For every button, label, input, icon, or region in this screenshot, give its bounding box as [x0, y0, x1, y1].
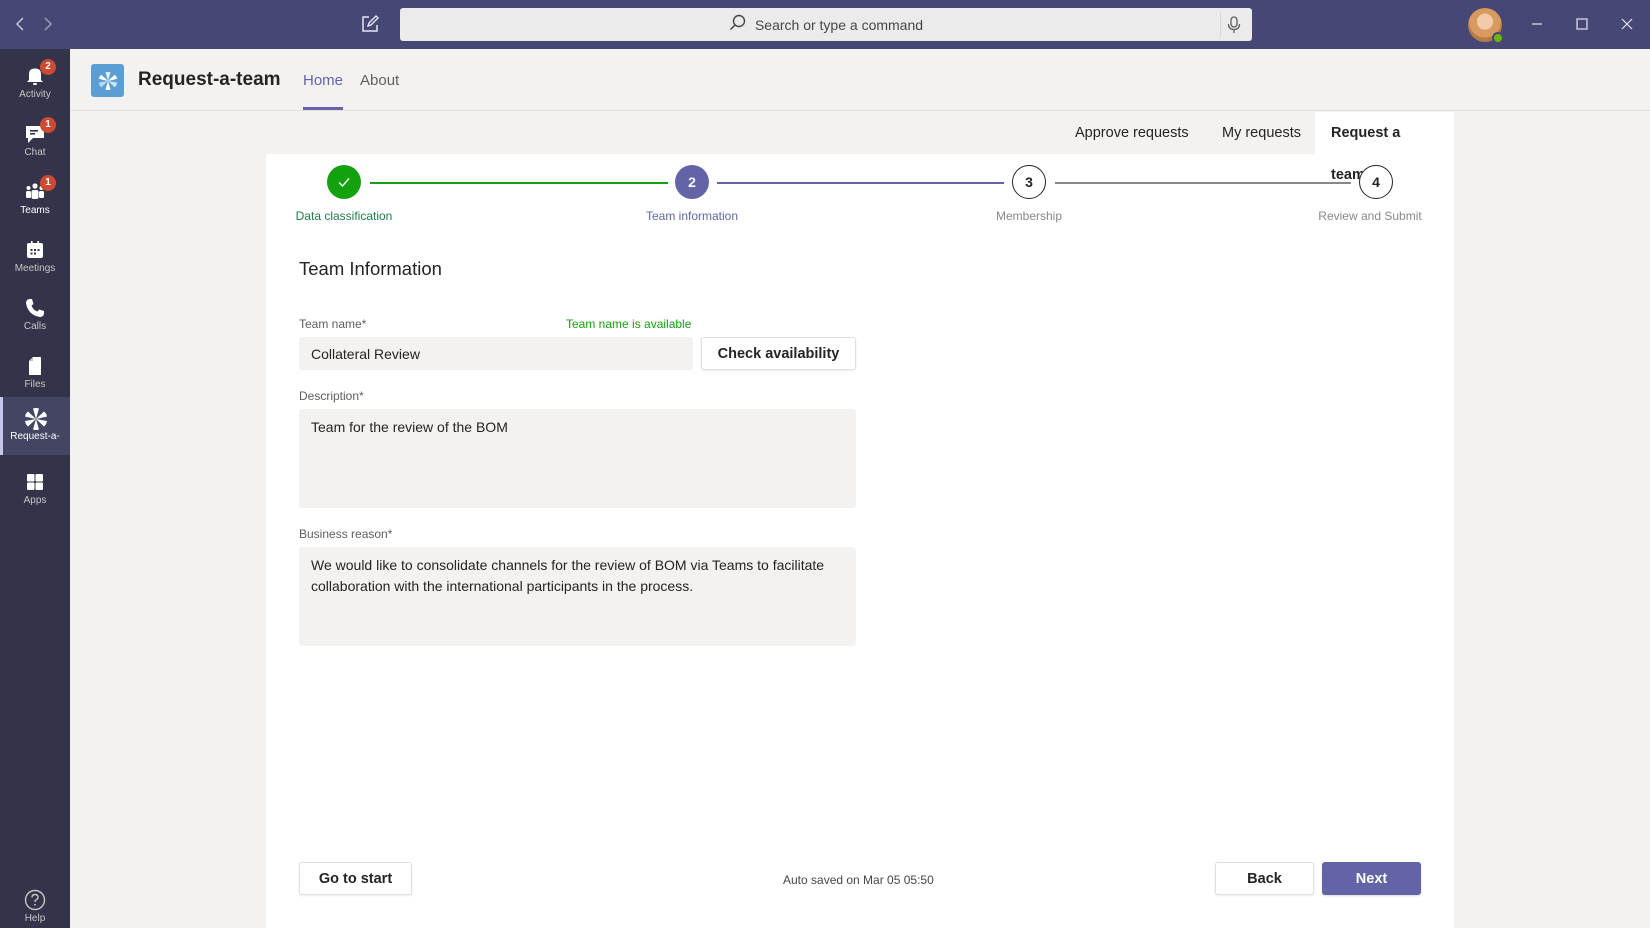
- team-name-input[interactable]: [299, 337, 693, 370]
- microphone-icon[interactable]: [1220, 12, 1246, 37]
- description-textarea[interactable]: Team for the review of the BOM: [299, 409, 856, 508]
- search-icon: [729, 14, 747, 35]
- checkmark-icon: [338, 178, 350, 188]
- apps-icon: [24, 471, 46, 493]
- rail-item-calls[interactable]: Calls: [0, 287, 70, 343]
- rail-item-meetings[interactable]: Meetings: [0, 229, 70, 285]
- rail-item-files[interactable]: Files: [0, 345, 70, 401]
- presence-available-icon: [1492, 32, 1504, 44]
- step-1-done: [327, 165, 361, 199]
- title-bar: Search or type a command: [0, 0, 1650, 49]
- calendar-icon: [24, 239, 46, 261]
- search-bar[interactable]: Search or type a command: [400, 8, 1252, 41]
- rail-item-label: Activity: [19, 89, 51, 100]
- request-tabs: Approve requests My requests Request a t…: [266, 112, 1454, 183]
- section-title: Team Information: [299, 258, 442, 279]
- chat-badge: 1: [40, 117, 56, 133]
- compose-icon[interactable]: [360, 14, 380, 34]
- rail-item-chat[interactable]: 1 Chat: [0, 113, 70, 169]
- tab-home[interactable]: Home: [303, 72, 343, 89]
- rail-item-label: Meetings: [14, 263, 56, 274]
- activity-badge: 2: [40, 59, 56, 75]
- step-4-label: Review and Submit: [1318, 209, 1422, 223]
- rail-item-request-a-team[interactable]: Request-a-: [0, 397, 70, 455]
- rail-item-label: Teams: [20, 205, 50, 216]
- rail-item-label: Calls: [23, 321, 47, 332]
- tab-approve-requests[interactable]: Approve requests: [1059, 112, 1205, 154]
- rail-item-label: Files: [24, 379, 46, 390]
- help-icon: [24, 889, 46, 911]
- rail-item-apps[interactable]: Apps: [0, 461, 70, 517]
- next-button[interactable]: Next: [1322, 862, 1421, 895]
- close-icon[interactable]: [1615, 12, 1639, 36]
- rail-item-label: Request-a-: [10, 431, 60, 442]
- search-placeholder[interactable]: Search or type a command: [755, 17, 923, 33]
- go-to-start-button[interactable]: Go to start: [299, 862, 412, 895]
- tab-request-a-team[interactable]: Request a team: [1315, 112, 1454, 183]
- back-arrow-icon[interactable]: [10, 12, 30, 36]
- rail-item-activity[interactable]: 2 Activity: [0, 55, 70, 111]
- user-avatar[interactable]: [1468, 8, 1504, 44]
- request-a-team-logo-icon: [91, 64, 124, 97]
- step-2-label: Team information: [645, 209, 739, 223]
- step-3-label: Membership: [995, 209, 1063, 223]
- step-4: 4: [1359, 165, 1393, 199]
- rail-item-label: Help: [24, 913, 46, 924]
- app-title: Request-a-team: [138, 69, 281, 90]
- step-connector-1: [370, 182, 668, 184]
- rail-item-label: Chat: [24, 147, 46, 158]
- step-connector-3: [1055, 182, 1351, 184]
- app-rail: 2 Activity 1 Chat 1 Teams Meetings Calls…: [0, 49, 70, 928]
- description-label: Description*: [299, 389, 364, 403]
- rail-item-label: Apps: [23, 495, 47, 506]
- step-3: 3: [1012, 165, 1046, 199]
- step-1-label: Data classification: [295, 209, 393, 223]
- request-card: Approve requests My requests Request a t…: [266, 112, 1454, 928]
- business-reason-textarea[interactable]: We would like to consolidate channels fo…: [299, 547, 856, 646]
- check-availability-button[interactable]: Check availability: [701, 337, 856, 370]
- tab-my-requests[interactable]: My requests: [1206, 112, 1317, 154]
- step-connector-2: [717, 182, 1004, 184]
- teams-badge: 1: [40, 175, 56, 191]
- phone-icon: [24, 297, 46, 319]
- step-2-current: 2: [675, 165, 709, 199]
- maximize-icon[interactable]: [1570, 12, 1594, 36]
- rail-item-teams[interactable]: 1 Teams: [0, 171, 70, 227]
- app-header: Request-a-team Home About: [70, 49, 1650, 111]
- minimize-icon[interactable]: [1525, 12, 1549, 36]
- request-a-team-icon: [24, 407, 47, 430]
- tab-about[interactable]: About: [360, 72, 399, 89]
- forward-arrow-icon[interactable]: [38, 12, 58, 36]
- availability-status: Team name is available: [566, 317, 692, 331]
- autosave-status: Auto saved on Mar 05 05:50: [783, 873, 934, 887]
- back-button[interactable]: Back: [1215, 862, 1314, 895]
- active-tab-indicator: [303, 107, 343, 110]
- file-icon: [24, 355, 46, 377]
- team-name-label: Team name*: [299, 317, 367, 331]
- rail-item-help[interactable]: Help: [0, 879, 70, 928]
- business-reason-label: Business reason*: [299, 527, 393, 541]
